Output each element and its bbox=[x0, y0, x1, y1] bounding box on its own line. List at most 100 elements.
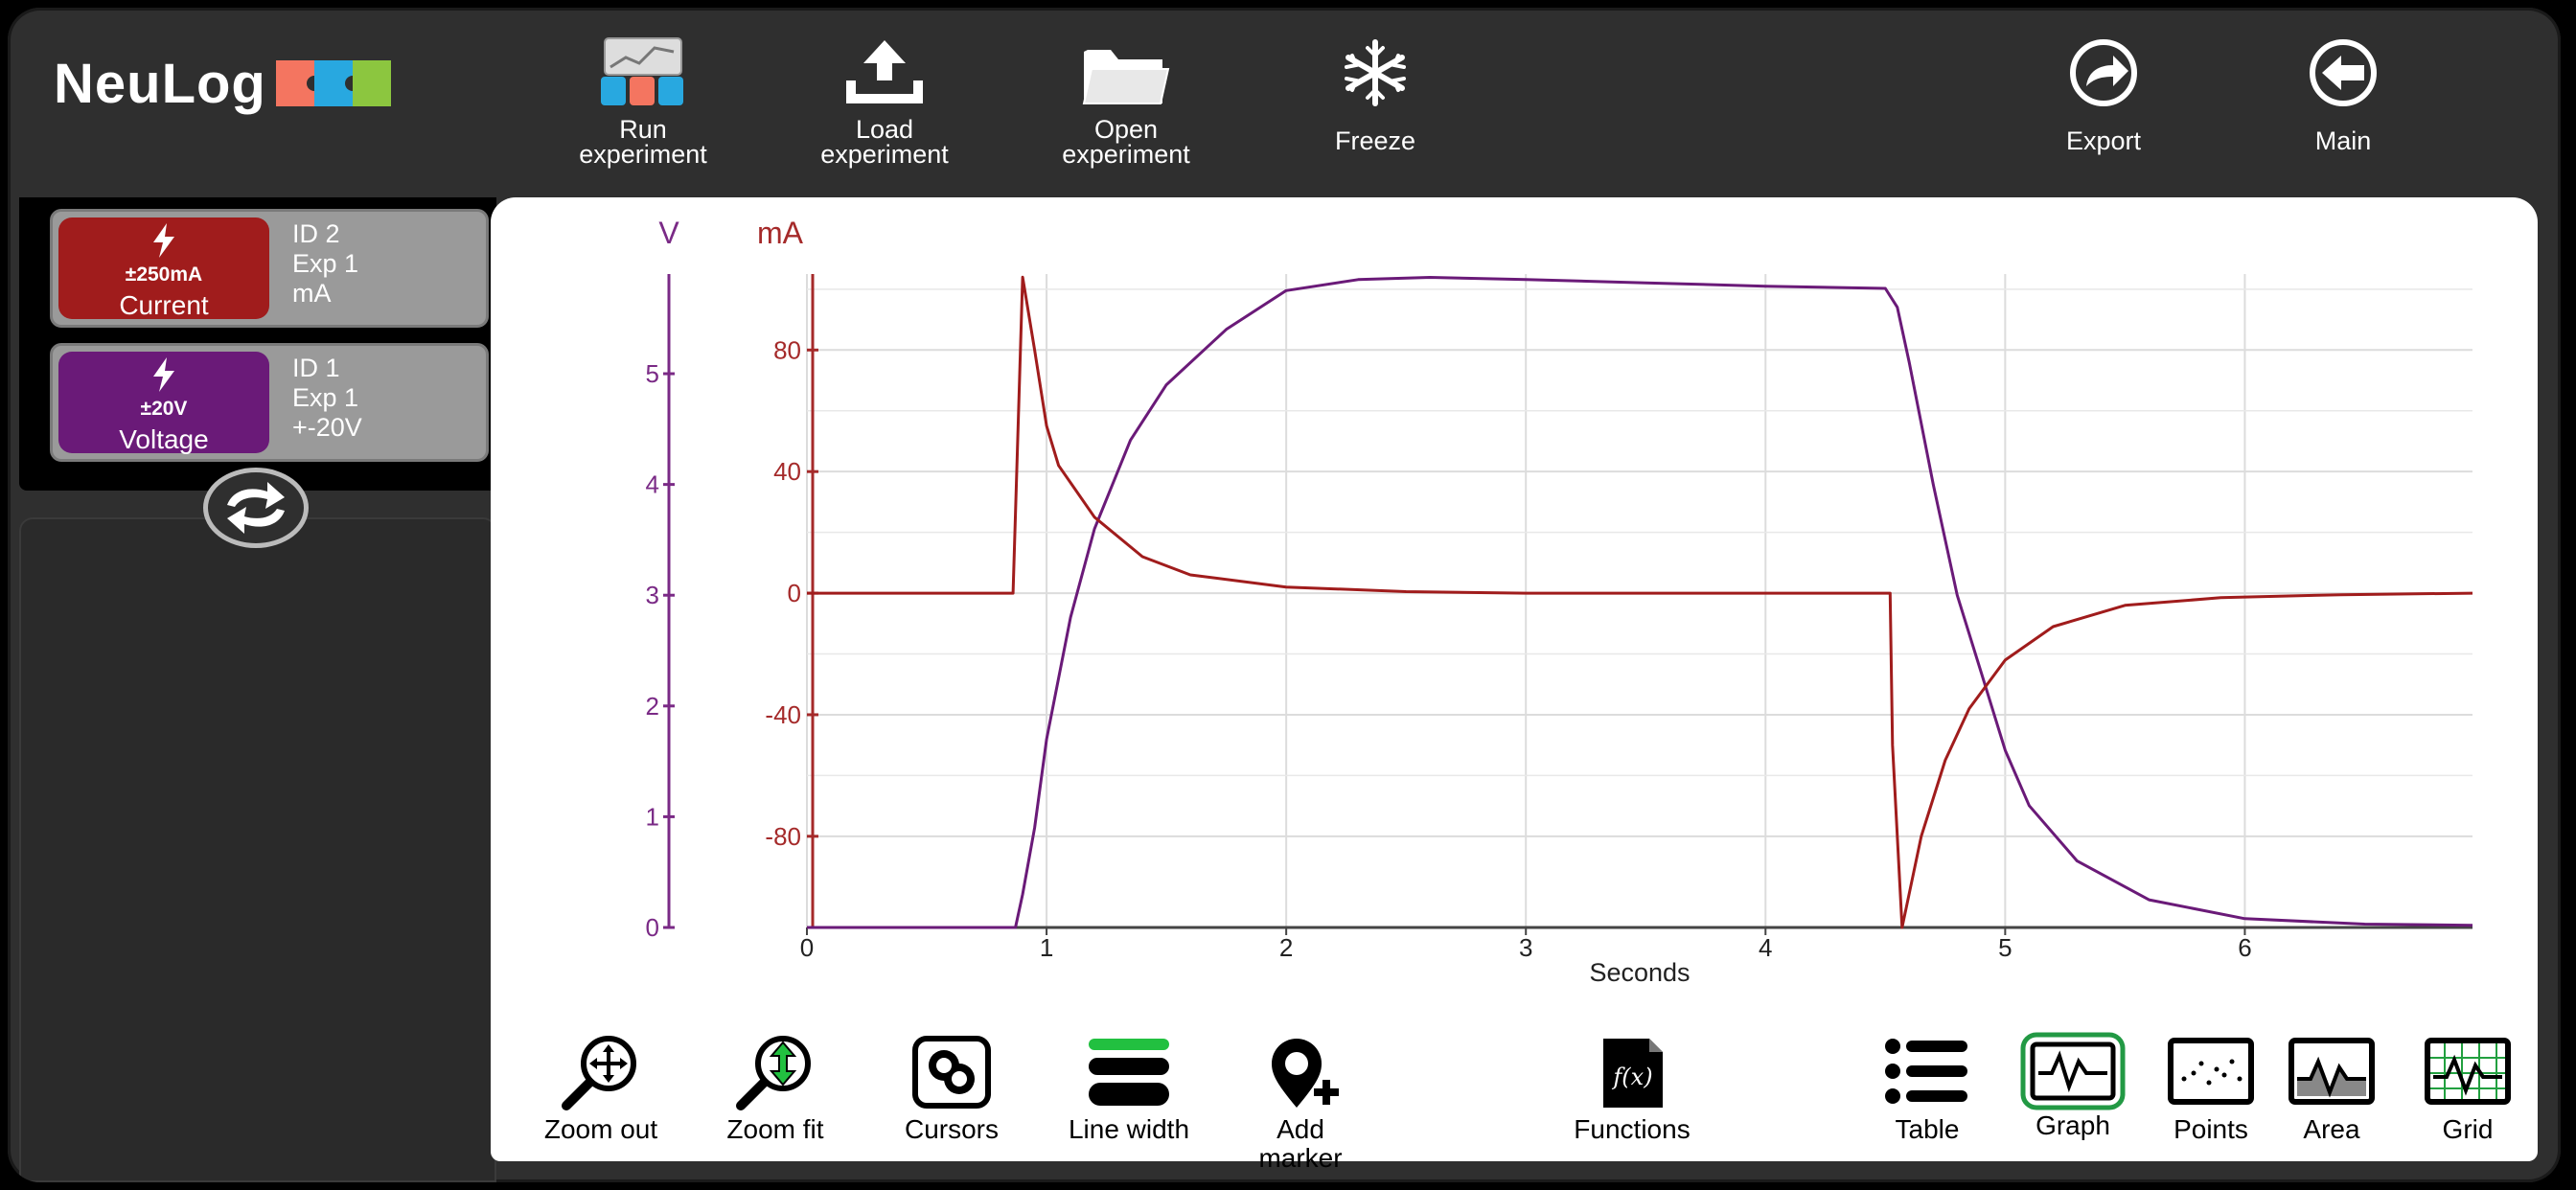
zoom-fit-button[interactable]: Zoom fit bbox=[713, 1035, 838, 1144]
table-icon bbox=[1885, 1039, 1967, 1104]
voltage-series-line bbox=[807, 276, 2473, 929]
area-label: Area bbox=[2303, 1114, 2360, 1144]
current-tick-label: 0 bbox=[788, 579, 801, 607]
swap-arrows-icon bbox=[227, 482, 285, 534]
logo-block-blue bbox=[313, 60, 360, 106]
table-label: Table bbox=[1895, 1114, 1960, 1144]
logo-block-green bbox=[352, 60, 391, 106]
x-tick-label: 4 bbox=[1759, 933, 1772, 962]
freeze-button[interactable]: Freeze bbox=[1284, 36, 1466, 155]
export-button[interactable]: Export bbox=[2012, 36, 2195, 155]
functions-icon: f(x) bbox=[1603, 1039, 1663, 1108]
x-tick-label: 5 bbox=[1998, 933, 2012, 962]
sensor-id: ID 2 bbox=[292, 219, 340, 248]
export-label: Export bbox=[2065, 126, 2142, 155]
sensor-unit: mA bbox=[292, 279, 332, 308]
voltage-sensor-chip: ±20V Voltage bbox=[58, 352, 269, 454]
run-experiment-button[interactable]: Run experiment bbox=[552, 36, 734, 169]
app-window: NeuLog Run experiment Load experiment Op bbox=[8, 8, 2561, 1182]
points-label: Points bbox=[2174, 1114, 2248, 1144]
zoom-out-icon bbox=[562, 1036, 636, 1110]
neulog-logo: NeuLog bbox=[54, 50, 391, 117]
cursors-button[interactable]: Cursors bbox=[889, 1035, 1014, 1144]
current-sensor-chip: ±250mA Current bbox=[58, 217, 269, 320]
add-marker-button[interactable]: Add marker bbox=[1229, 1035, 1372, 1173]
load-experiment-button[interactable]: Load experiment bbox=[794, 36, 976, 169]
points-icon bbox=[2168, 1038, 2254, 1105]
points-button[interactable]: Points bbox=[2149, 1035, 2273, 1144]
main-label: Main bbox=[2314, 126, 2372, 155]
zoom-out-button[interactable]: Zoom out bbox=[539, 1035, 663, 1144]
graph-icon bbox=[2020, 1032, 2126, 1110]
sensor-name: Current bbox=[119, 290, 209, 320]
sensor-info: ID 2 Exp 1 mA bbox=[292, 219, 358, 309]
grid-icon bbox=[2425, 1038, 2511, 1105]
chart: V 0 1 2 3 4 5 mA -80 -40 0 40 80 0 1 2 3 4 5 6 Seconds bbox=[646, 216, 2473, 987]
snowflake-icon bbox=[1345, 39, 1406, 106]
logo-text: NeuLog bbox=[54, 52, 266, 115]
voltage-tick-label: 4 bbox=[646, 470, 659, 499]
open-experiment-label: Open experiment bbox=[1062, 115, 1190, 169]
graph-label: Graph bbox=[2036, 1110, 2110, 1140]
x-tick-label: 3 bbox=[1519, 933, 1532, 962]
x-tick-label: 1 bbox=[1040, 933, 1053, 962]
x-axis-label: Seconds bbox=[1589, 958, 1690, 987]
graph-button[interactable]: Graph bbox=[2011, 1031, 2135, 1140]
sensor-exp: Exp 1 bbox=[292, 249, 359, 278]
swap-sensors-button[interactable] bbox=[203, 468, 309, 548]
run-experiment-icon bbox=[601, 37, 683, 105]
functions-button[interactable]: f(x) Functions bbox=[1560, 1035, 1704, 1144]
lightning-icon bbox=[153, 223, 174, 258]
zoom-fit-icon bbox=[736, 1036, 811, 1110]
voltage-axis-unit: V bbox=[658, 216, 679, 250]
voltage-tick-label: 5 bbox=[646, 359, 659, 388]
logo-blocks bbox=[275, 60, 391, 106]
functions-label: Functions bbox=[1574, 1114, 1690, 1144]
load-experiment-label: Load experiment bbox=[820, 115, 949, 169]
left-lower-panel bbox=[19, 517, 496, 1182]
area-icon bbox=[2288, 1038, 2375, 1105]
x-tick-label: 0 bbox=[800, 933, 814, 962]
current-tick-label: -80 bbox=[765, 822, 801, 851]
sensor-panel: ±250mA Current ID 2 Exp 1 mA ±20V Voltag… bbox=[19, 197, 496, 491]
cursors-label: Cursors bbox=[904, 1114, 999, 1144]
sensor-exp: Exp 1 bbox=[292, 383, 359, 412]
current-tick-label: -40 bbox=[765, 700, 801, 729]
functions-glyph: f(x) bbox=[1611, 1064, 1652, 1090]
graph-panel: V 0 1 2 3 4 5 mA -80 -40 0 40 80 0 1 2 3 4 5 6 Seconds Zoom … bbox=[491, 197, 2538, 1173]
add-marker-icon bbox=[1272, 1039, 1339, 1108]
sensor-info: ID 1 Exp 1 +-20V bbox=[292, 354, 362, 443]
zoom-fit-label: Zoom fit bbox=[726, 1114, 824, 1144]
voltage-tick-label: 0 bbox=[646, 913, 659, 942]
sensor-unit: +-20V bbox=[292, 413, 362, 442]
current-series-line bbox=[807, 275, 2473, 929]
sensor-range: ±20V bbox=[140, 398, 188, 420]
open-experiment-button[interactable]: Open experiment bbox=[1035, 36, 1217, 169]
main-button[interactable]: Main bbox=[2252, 36, 2434, 155]
sensor-card-voltage[interactable]: ±20V Voltage ID 1 Exp 1 +-20V bbox=[50, 343, 489, 462]
voltage-tick-label: 3 bbox=[646, 581, 659, 609]
current-tick-label: 40 bbox=[773, 457, 801, 486]
area-button[interactable]: Area bbox=[2269, 1035, 2394, 1144]
current-axis-unit: mA bbox=[757, 216, 804, 250]
freeze-label: Freeze bbox=[1334, 126, 1416, 155]
add-marker-label: Add marker bbox=[1258, 1114, 1343, 1173]
voltage-tick-label: 2 bbox=[646, 692, 659, 721]
sensor-card-current[interactable]: ±250mA Current ID 2 Exp 1 mA bbox=[50, 209, 489, 328]
sensor-id: ID 1 bbox=[292, 354, 340, 382]
cursors-icon bbox=[912, 1036, 991, 1109]
line-width-label: Line width bbox=[1068, 1114, 1190, 1144]
logo-block-orange bbox=[275, 60, 322, 106]
sensor-name: Voltage bbox=[119, 424, 209, 454]
folder-icon bbox=[1082, 50, 1170, 104]
voltage-tick-label: 1 bbox=[646, 802, 659, 831]
export-icon bbox=[2070, 39, 2137, 106]
x-tick-label: 2 bbox=[1279, 933, 1293, 962]
table-button[interactable]: Table bbox=[1865, 1035, 1990, 1144]
grid-button[interactable]: Grid bbox=[2405, 1035, 2530, 1144]
line-width-button[interactable]: Line width bbox=[1045, 1035, 1213, 1144]
run-experiment-label: Run experiment bbox=[579, 115, 707, 169]
sensor-range: ±250mA bbox=[125, 263, 203, 286]
upload-icon bbox=[846, 40, 923, 103]
lightning-icon bbox=[153, 357, 174, 392]
